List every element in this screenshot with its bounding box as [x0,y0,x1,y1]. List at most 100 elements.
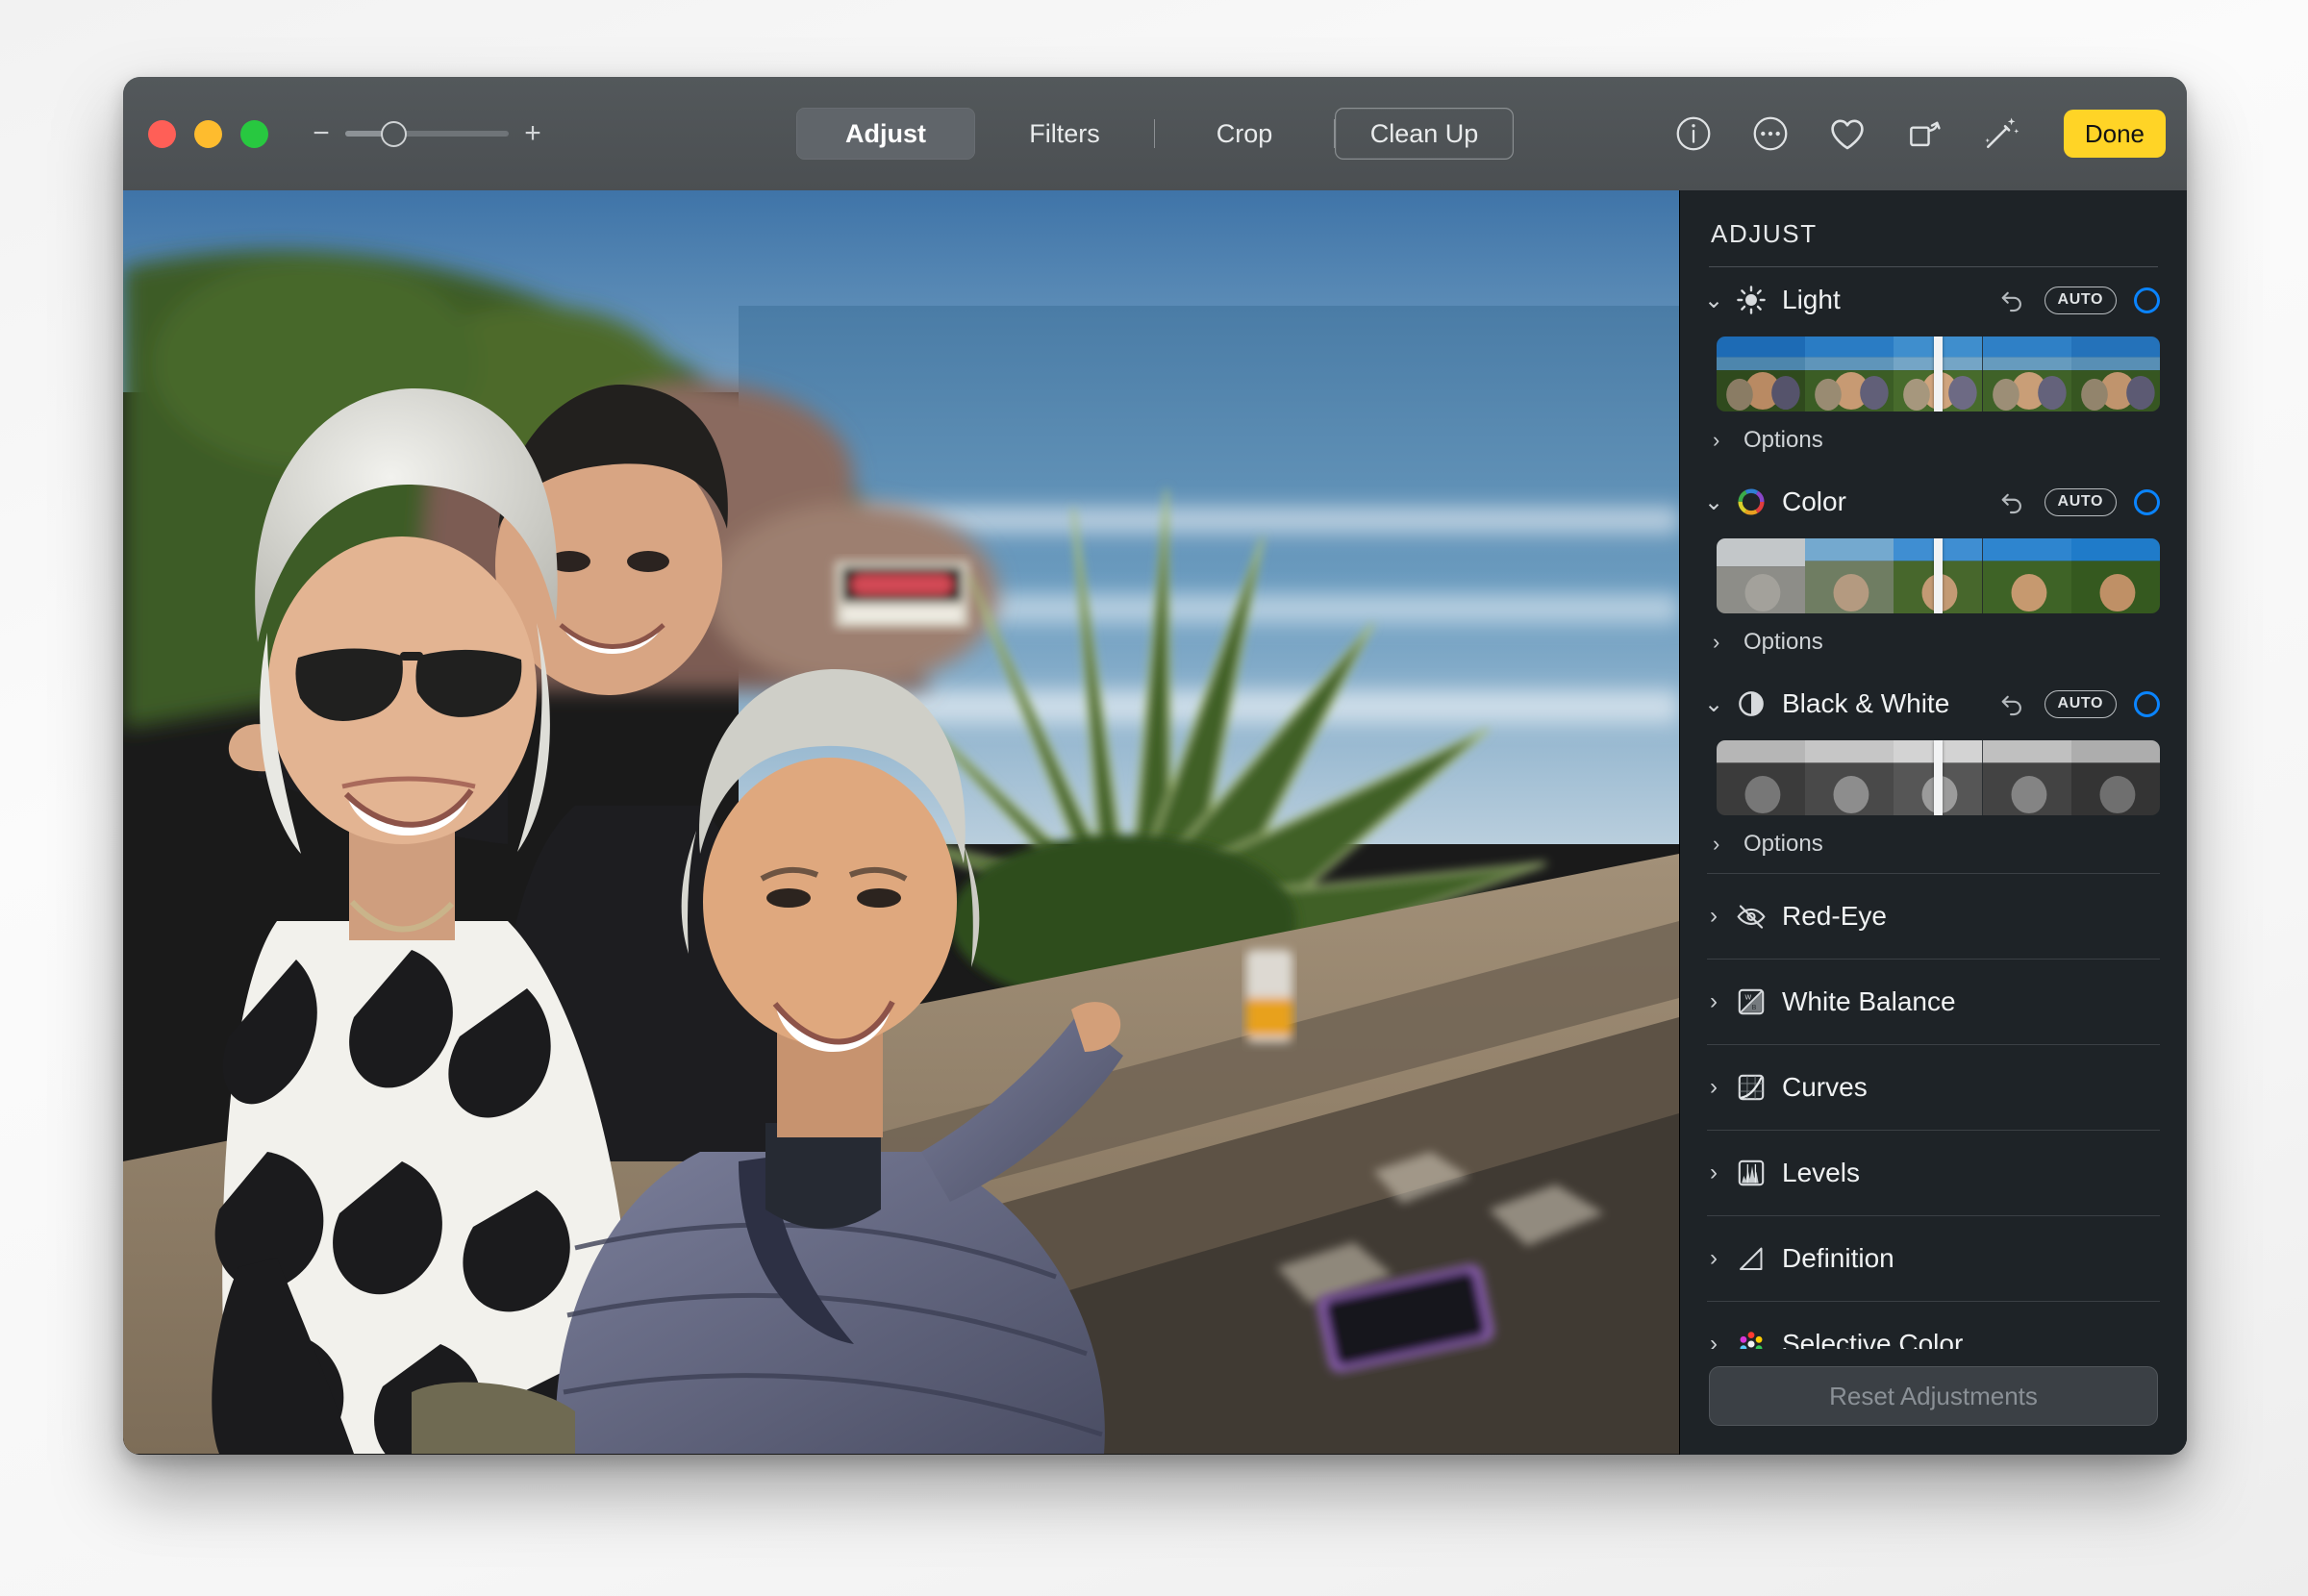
bw-thumb-1[interactable] [1717,740,1806,815]
enable-toggle-black-and-white[interactable] [2134,690,2160,717]
eye-slash-icon [1730,900,1772,933]
color-thumb-1[interactable] [1717,538,1806,613]
light-thumb-5[interactable] [2070,337,2160,411]
auto-button-black-and-white[interactable]: AUTO [2044,689,2117,718]
black-and-white-options-label: Options [1744,831,1823,857]
selective-color-icon [1730,1328,1772,1349]
enable-toggle-light[interactable] [2134,287,2160,313]
section-label-light: Light [1782,285,1841,314]
photo-canvas[interactable] [123,190,1679,1455]
section-header-red-eye[interactable]: › Red-Eye [1680,873,2187,959]
color-options-row[interactable]: › Options [1680,613,2187,671]
tab-adjust-label: Adjust [845,118,926,148]
section-controls-black-and-white: AUTO [1996,688,2160,719]
section-controls-color: AUTO [1996,486,2160,517]
edit-mode-tabs: Adjust Filters Crop Clean Up [796,108,1514,160]
svg-text:B: B [1752,1003,1757,1010]
rotate-icon[interactable] [1902,112,1946,156]
tab-crop[interactable]: Crop [1155,108,1334,160]
section-label-curves: Curves [1782,1071,1868,1102]
traffic-lights [148,119,268,148]
magic-wand-icon[interactable] [1979,112,2023,156]
bw-thumb-5[interactable] [2070,740,2160,815]
zoom-out-icon[interactable]: − [311,119,332,148]
bw-thumb-4[interactable] [1982,740,2071,815]
window-toolbar: − + Adjust Filters Crop Clean Up Done [123,77,2187,190]
light-thumb-2[interactable] [1805,337,1894,411]
section-header-black-and-white[interactable]: ⌄ Black & White AUTO [1680,671,2187,736]
chevron-right-icon[interactable]: › [1713,630,1738,655]
zoom-slider-knob[interactable] [381,120,408,147]
color-filmstrip[interactable] [1717,538,2160,613]
chevron-right-icon[interactable]: › [1697,1074,1730,1101]
photo-editor-window: − + Adjust Filters Crop Clean Up Done AD… [123,77,2187,1455]
maximize-button[interactable] [240,119,268,148]
photo-image [123,190,1679,1454]
light-filmstrip[interactable] [1717,337,2160,411]
tab-clean-up-label: Clean Up [1369,118,1479,148]
chevron-down-icon[interactable]: ⌄ [1697,690,1730,718]
chevron-right-icon[interactable]: › [1697,1331,1730,1350]
bw-thumb-2[interactable] [1805,740,1894,815]
black-and-white-options-row[interactable]: › Options [1680,815,2187,873]
enable-toggle-color[interactable] [2134,488,2160,515]
section-label-levels: Levels [1782,1157,1860,1187]
svg-text:W: W [1744,993,1751,1001]
chevron-down-icon[interactable]: ⌄ [1697,287,1730,314]
color-options-label: Options [1744,629,1823,655]
color-thumb-2[interactable] [1805,538,1894,613]
done-button[interactable]: Done [2063,110,2166,158]
tab-clean-up[interactable]: Clean Up [1335,108,1514,160]
section-header-light[interactable]: ⌄ Light AUTO [1680,267,2187,333]
reset-black-and-white-icon[interactable] [1996,688,2027,719]
section-header-white-balance[interactable]: › W B White Balance [1680,959,2187,1044]
color-thumb-4[interactable] [1982,538,2071,613]
zoom-slider[interactable] [345,120,509,147]
section-header-levels[interactable]: › Levels [1680,1130,2187,1215]
section-label-selective-color: Selective Color [1782,1328,1964,1350]
reset-light-icon[interactable] [1996,285,2027,315]
favorite-heart-icon[interactable] [1825,112,1869,156]
more-options-icon[interactable] [1748,112,1793,156]
tab-adjust[interactable]: Adjust [796,108,975,160]
tab-filters-label: Filters [1029,118,1100,148]
light-thumb-4[interactable] [1982,337,2071,411]
adjust-sections-list: ⌄ Light AUTO › Options ⌄ Color AUTO › Op… [1680,267,2187,1349]
reset-adjustments-button[interactable]: Reset Adjustments [1709,1366,2158,1426]
light-thumb-1[interactable] [1717,337,1806,411]
white-balance-icon: W B [1730,985,1772,1018]
chevron-right-icon[interactable]: › [1697,1245,1730,1272]
light-slider-playhead[interactable] [1934,337,1943,411]
section-header-color[interactable]: ⌄ Color AUTO [1680,469,2187,535]
auto-button-light[interactable]: AUTO [2044,286,2117,314]
section-header-definition[interactable]: › Definition [1680,1215,2187,1301]
reset-color-icon[interactable] [1996,486,2027,517]
section-label-color: Color [1782,486,1846,516]
tab-filters[interactable]: Filters [975,108,1154,160]
chevron-down-icon[interactable]: ⌄ [1697,488,1730,516]
zoom-slider-group: − + [311,119,543,148]
zoom-in-icon[interactable]: + [522,119,543,148]
section-header-curves[interactable]: › Curves [1680,1044,2187,1130]
sun-icon [1730,284,1772,316]
close-button[interactable] [148,119,176,148]
bw-slider-playhead[interactable] [1934,740,1943,815]
chevron-right-icon[interactable]: › [1697,903,1730,930]
auto-button-color[interactable]: AUTO [2044,487,2117,516]
section-controls-light: AUTO [1996,285,2160,315]
color-slider-playhead[interactable] [1934,538,1943,613]
chevron-right-icon[interactable]: › [1713,428,1738,453]
info-icon[interactable] [1671,112,1716,156]
light-options-row[interactable]: › Options [1680,411,2187,469]
color-thumb-5[interactable] [2070,538,2160,613]
chevron-right-icon[interactable]: › [1697,1160,1730,1186]
minimize-button[interactable] [194,119,222,148]
contrast-circle-icon [1730,687,1772,720]
definition-icon [1730,1242,1772,1275]
chevron-right-icon[interactable]: › [1697,988,1730,1015]
black-and-white-filmstrip[interactable] [1717,740,2160,815]
section-header-selective-color[interactable]: › Selective Color [1680,1301,2187,1349]
light-options-label: Options [1744,427,1823,453]
chevron-right-icon[interactable]: › [1713,832,1738,857]
adjust-sidebar: ADJUST ⌄ Light AUTO › Options ⌄ Color AU… [1679,190,2187,1455]
